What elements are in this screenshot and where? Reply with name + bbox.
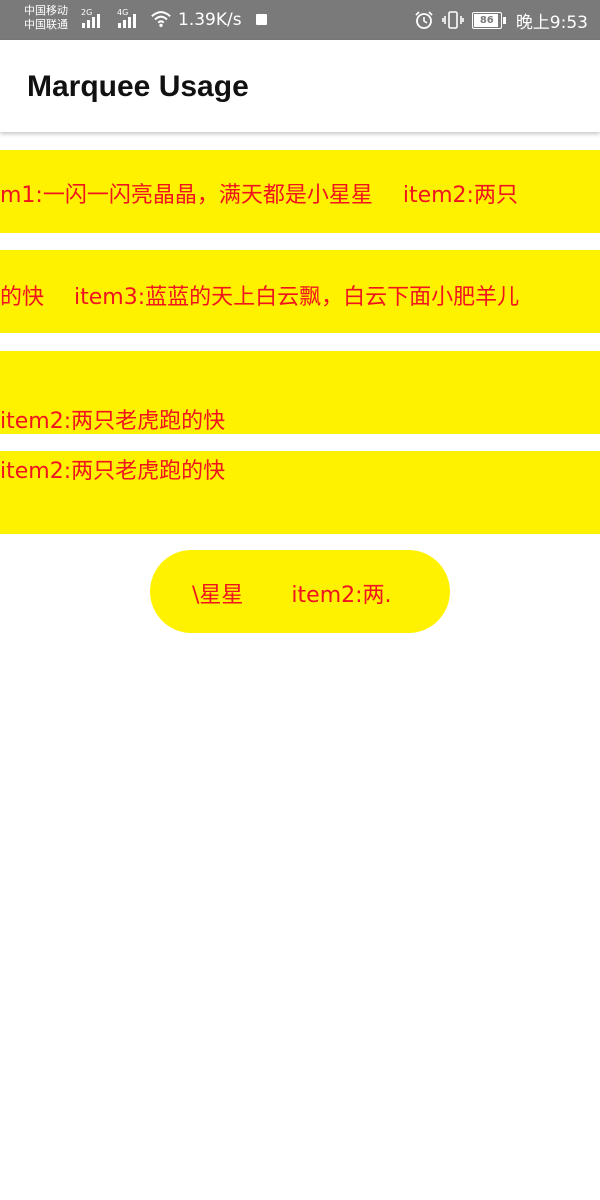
vibrate-icon xyxy=(442,11,464,29)
network-type-1: 2G xyxy=(81,8,93,17)
marquee-4-vertical[interactable]: item2:两只老虎跑的快 xyxy=(0,451,600,534)
signal-icon-2: 4G xyxy=(117,8,136,28)
alarm-icon xyxy=(415,11,433,29)
network-speed: 1.39K/s xyxy=(178,10,242,30)
marquee-2-text: 的快 item3:蓝蓝的天上白云飘，白云下面小肥羊儿 xyxy=(0,279,519,311)
marquee-1[interactable]: m1:一闪一闪亮晶晶，满天都是小星星 item2:两只 xyxy=(0,150,600,233)
carrier-2: 中国联通 xyxy=(24,18,68,31)
marquee-2-item-b: item3:蓝蓝的天上白云飘，白云下面小肥羊儿 xyxy=(74,285,520,310)
app-bar: Marquee Usage xyxy=(0,40,600,132)
marquee-pill-item-b: item2:两. xyxy=(291,583,392,608)
carrier-names: 中国移动 中国联通 xyxy=(24,4,68,32)
clock: 晚上9:53 xyxy=(515,12,588,33)
marquee-4-item: item2:两只老虎跑的快 xyxy=(0,459,226,484)
page-title: Marquee Usage xyxy=(27,70,249,103)
marquee-1-item-b: item2:两只 xyxy=(402,183,518,208)
battery-icon: 86 xyxy=(471,11,506,29)
marquee-1-item-a: m1:一闪一闪亮晶晶，满天都是小星星 xyxy=(0,183,373,208)
signal-icon-1: 2G xyxy=(81,8,100,28)
marquee-pill-text: \星星 item2:两. xyxy=(192,577,392,609)
marquee-pill[interactable]: \星星 item2:两. xyxy=(150,550,450,633)
network-type-2: 4G xyxy=(117,8,129,17)
marquee-3-vertical[interactable]: item2:两只老虎跑的快 xyxy=(0,351,600,434)
notification-icon xyxy=(256,14,267,25)
marquee-3-item: item2:两只老虎跑的快 xyxy=(0,409,226,434)
battery-level: 86 xyxy=(479,14,494,26)
marquee-1-text: m1:一闪一闪亮晶晶，满天都是小星星 item2:两只 xyxy=(0,177,518,209)
marquee-pill-item-a: \星星 xyxy=(192,583,244,608)
wifi-icon xyxy=(151,11,171,28)
marquee-2[interactable]: 的快 item3:蓝蓝的天上白云飘，白云下面小肥羊儿 xyxy=(0,250,600,333)
carrier-1: 中国移动 xyxy=(24,4,68,17)
status-bar: 中国移动 中国联通 2G 4G 1.39K/s 86 晚上9:53 xyxy=(0,0,600,40)
marquee-2-item-a: 的快 xyxy=(0,285,45,310)
